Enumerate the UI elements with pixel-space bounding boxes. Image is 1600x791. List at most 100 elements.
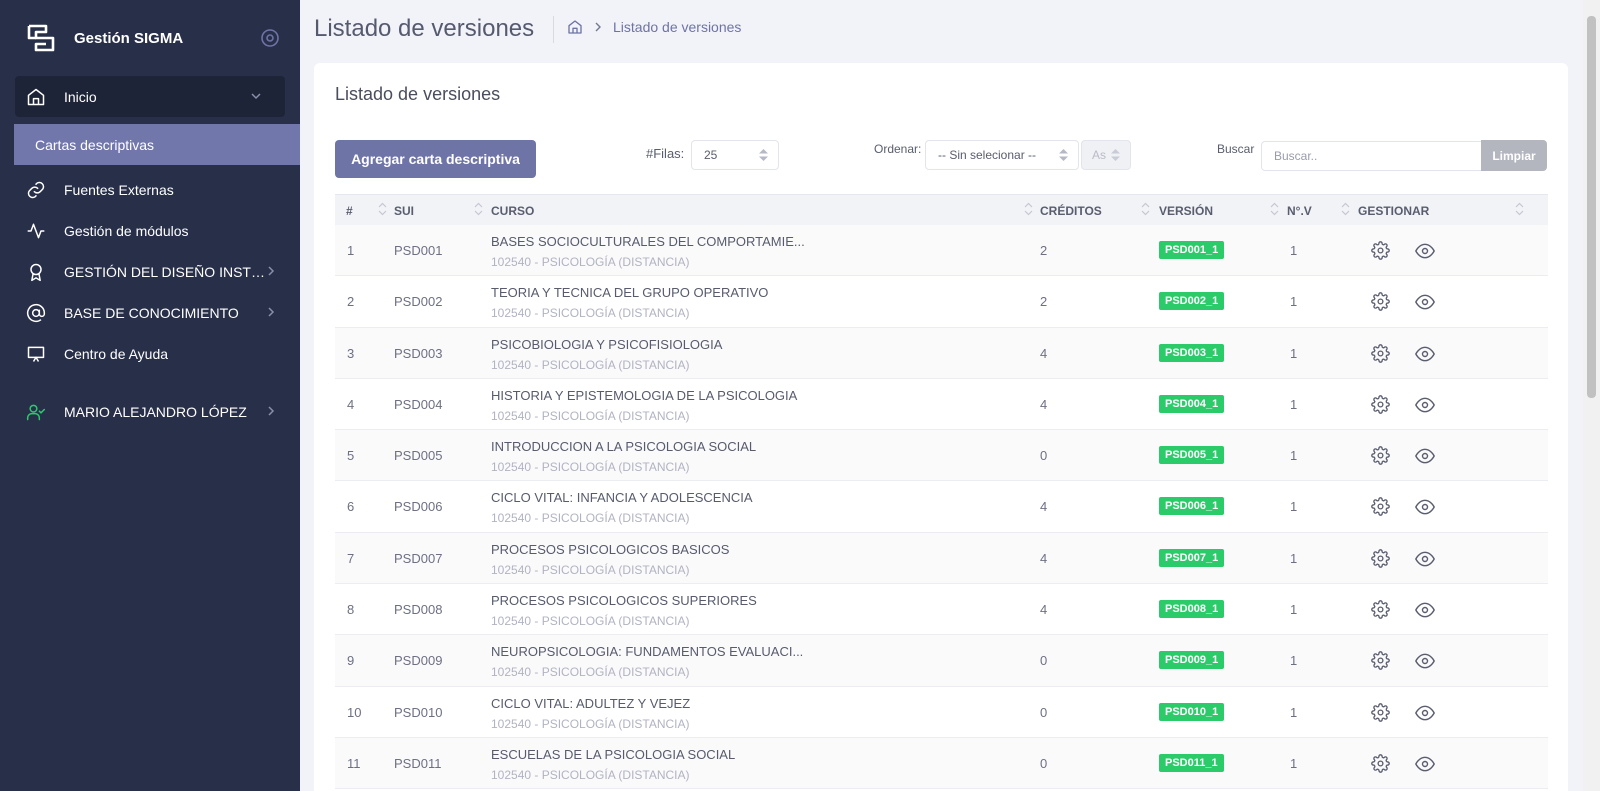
gear-icon[interactable] bbox=[1371, 497, 1390, 517]
table-row[interactable]: 3 PSD003 PSICOBIOLOGIA Y PSICOFISIOLOGIA… bbox=[335, 327, 1548, 379]
gear-icon[interactable] bbox=[1371, 292, 1390, 312]
row-sui: PSD011 bbox=[394, 755, 442, 771]
eye-icon[interactable] bbox=[1415, 651, 1435, 671]
table-row[interactable]: 8 PSD008 PROCESOS PSICOLOGICOS SUPERIORE… bbox=[335, 584, 1548, 636]
sort-icon[interactable] bbox=[1141, 202, 1150, 216]
table-header: # SUI CURSO CRÉDITOS VERSIÓN N°.V GESTIO… bbox=[335, 194, 1548, 225]
chevron-right-icon bbox=[268, 266, 275, 276]
version-badge: PSD008_1 bbox=[1159, 600, 1225, 619]
sort-icon[interactable] bbox=[474, 202, 483, 216]
row-number: 6 bbox=[347, 499, 355, 515]
row-nv: 1 bbox=[1290, 704, 1298, 720]
at-icon bbox=[26, 303, 46, 323]
column-header-gestionar[interactable]: GESTIONAR bbox=[1358, 204, 1429, 218]
scrollbar-thumb[interactable] bbox=[1587, 16, 1596, 398]
sort-icon[interactable] bbox=[1341, 202, 1350, 216]
gear-icon[interactable] bbox=[1371, 446, 1390, 465]
table-row[interactable]: 10 PSD010 CICLO VITAL: ADULTEZ Y VEJEZ 1… bbox=[335, 686, 1548, 738]
eye-icon[interactable] bbox=[1415, 549, 1435, 569]
gear-icon[interactable] bbox=[1371, 241, 1390, 260]
sort-arrows-icon bbox=[1059, 149, 1068, 161]
sidebar-item-gestion-diseno[interactable]: GESTIÓN DEL DISEÑO INSTRUC... bbox=[0, 251, 300, 292]
breadcrumb-current[interactable]: Listado de versiones bbox=[613, 19, 741, 35]
row-number: 3 bbox=[347, 345, 355, 361]
eye-icon[interactable] bbox=[1415, 600, 1435, 620]
table-row[interactable]: 9 PSD009 NEUROPSICOLOGIA: FUNDAMENTOS EV… bbox=[335, 635, 1548, 687]
table-row[interactable]: 5 PSD005 INTRODUCCION A LA PSICOLOGIA SO… bbox=[335, 430, 1548, 482]
row-programa: 102540 - PSICOLOGÍA (DISTANCIA) bbox=[491, 357, 690, 372]
column-header-num[interactable]: # bbox=[346, 204, 353, 218]
gear-icon[interactable] bbox=[1371, 548, 1390, 568]
user-check-icon bbox=[26, 402, 46, 422]
sort-icon[interactable] bbox=[378, 202, 387, 216]
row-sui: PSD008 bbox=[394, 602, 443, 618]
row-number: 10 bbox=[347, 704, 362, 720]
row-nv: 1 bbox=[1290, 550, 1298, 566]
column-header-sui[interactable]: SUI bbox=[394, 204, 414, 218]
order-select[interactable]: -- Sin selecionar -- bbox=[925, 140, 1079, 170]
eye-icon[interactable] bbox=[1415, 344, 1435, 364]
page-scrollbar[interactable] bbox=[1583, 0, 1600, 791]
row-creditos: 0 bbox=[1040, 755, 1048, 771]
table-row[interactable]: 1 PSD001 BASES SOCIOCULTURALES DEL COMPO… bbox=[335, 225, 1548, 277]
sort-icon[interactable] bbox=[1024, 202, 1033, 216]
sidebar-item-base-conocimiento[interactable]: BASE DE CONOCIMIENTO bbox=[0, 292, 300, 333]
sidebar-item-label: GESTIÓN DEL DISEÑO INSTRUC... bbox=[64, 263, 270, 280]
row-creditos: 4 bbox=[1040, 499, 1048, 515]
row-programa: 102540 - PSICOLOGÍA (DISTANCIA) bbox=[491, 511, 690, 526]
row-creditos: 0 bbox=[1040, 448, 1048, 464]
gear-icon[interactable] bbox=[1371, 395, 1390, 414]
table-row[interactable]: 4 PSD004 HISTORIA Y EPISTEMOLOGIA DE LA … bbox=[335, 378, 1548, 431]
column-header-curso[interactable]: CURSO bbox=[491, 204, 534, 218]
search-input[interactable]: Buscar.. bbox=[1261, 141, 1481, 171]
sidebar-item-label: Centro de Ayuda bbox=[64, 345, 169, 362]
eye-icon[interactable] bbox=[1415, 703, 1435, 723]
eye-icon[interactable] bbox=[1415, 497, 1435, 517]
sidebar: Gestión SIGMA Inicio Cartas descriptivas… bbox=[0, 0, 300, 791]
row-creditos: 2 bbox=[1040, 243, 1048, 258]
sort-icon[interactable] bbox=[1270, 202, 1279, 216]
sidebar-item-cartas-descriptivas[interactable]: Cartas descriptivas bbox=[14, 124, 300, 165]
chevron-right-icon bbox=[268, 406, 275, 416]
add-carta-button[interactable]: Agregar carta descriptiva bbox=[335, 140, 536, 178]
sort-icon[interactable] bbox=[1515, 202, 1524, 216]
row-number: 11 bbox=[347, 755, 361, 771]
eye-icon[interactable] bbox=[1415, 292, 1435, 312]
rows-select[interactable]: 25 bbox=[691, 140, 779, 170]
row-curso: PSICOBIOLOGIA Y PSICOFISIOLOGIA bbox=[491, 336, 723, 352]
sidebar-item-user[interactable]: MARIO ALEJANDRO LÓPEZ bbox=[0, 391, 300, 432]
column-header-nv[interactable]: N°.V bbox=[1287, 204, 1312, 218]
sidebar-item-fuentes-externas[interactable]: Fuentes Externas bbox=[0, 169, 300, 210]
eye-icon[interactable] bbox=[1415, 446, 1435, 466]
table-row[interactable]: 2 PSD002 TEORIA Y TECNICA DEL GRUPO OPER… bbox=[335, 276, 1548, 328]
gear-icon[interactable] bbox=[1371, 754, 1390, 773]
table-row[interactable]: 6 PSD006 CICLO VITAL: INFANCIA Y ADOLESC… bbox=[335, 481, 1548, 533]
row-sui: PSD005 bbox=[394, 448, 443, 464]
table-row[interactable]: 7 PSD007 PROCESOS PSICOLOGICOS BASICOS 1… bbox=[335, 532, 1548, 585]
column-header-version[interactable]: VERSIÓN bbox=[1159, 204, 1213, 218]
table-row[interactable]: 11 PSD011 ESCUELAS DE LA PSICOLOGIA SOCI… bbox=[335, 737, 1548, 790]
row-nv: 1 bbox=[1290, 448, 1298, 464]
sidebar-toggle-icon[interactable] bbox=[260, 28, 280, 48]
version-badge: PSD004_1 bbox=[1159, 394, 1225, 413]
version-badge: PSD002_1 bbox=[1159, 292, 1225, 311]
row-sui: PSD006 bbox=[394, 499, 443, 515]
breadcrumb: Listado de versiones bbox=[567, 19, 741, 35]
sidebar-item-inicio[interactable]: Inicio bbox=[15, 76, 285, 117]
column-header-creditos[interactable]: CRÉDITOS bbox=[1040, 204, 1102, 218]
gear-icon[interactable] bbox=[1371, 600, 1390, 619]
sidebar-item-gestion-modulos[interactable]: Gestión de módulos bbox=[0, 210, 300, 251]
gear-icon[interactable] bbox=[1371, 343, 1390, 363]
order-direction-select[interactable]: As bbox=[1081, 140, 1131, 170]
gear-icon[interactable] bbox=[1371, 651, 1390, 671]
eye-icon[interactable] bbox=[1415, 395, 1435, 415]
sidebar-item-centro-ayuda[interactable]: Centro de Ayuda bbox=[0, 333, 300, 374]
eye-icon[interactable] bbox=[1415, 241, 1435, 261]
clear-button[interactable]: Limpiar bbox=[1481, 140, 1547, 171]
home-icon[interactable] bbox=[567, 19, 583, 35]
row-creditos: 4 bbox=[1040, 602, 1048, 618]
version-badge: PSD006_1 bbox=[1159, 497, 1225, 516]
gear-icon[interactable] bbox=[1371, 702, 1390, 722]
row-nv: 1 bbox=[1290, 653, 1298, 669]
eye-icon[interactable] bbox=[1415, 754, 1435, 774]
